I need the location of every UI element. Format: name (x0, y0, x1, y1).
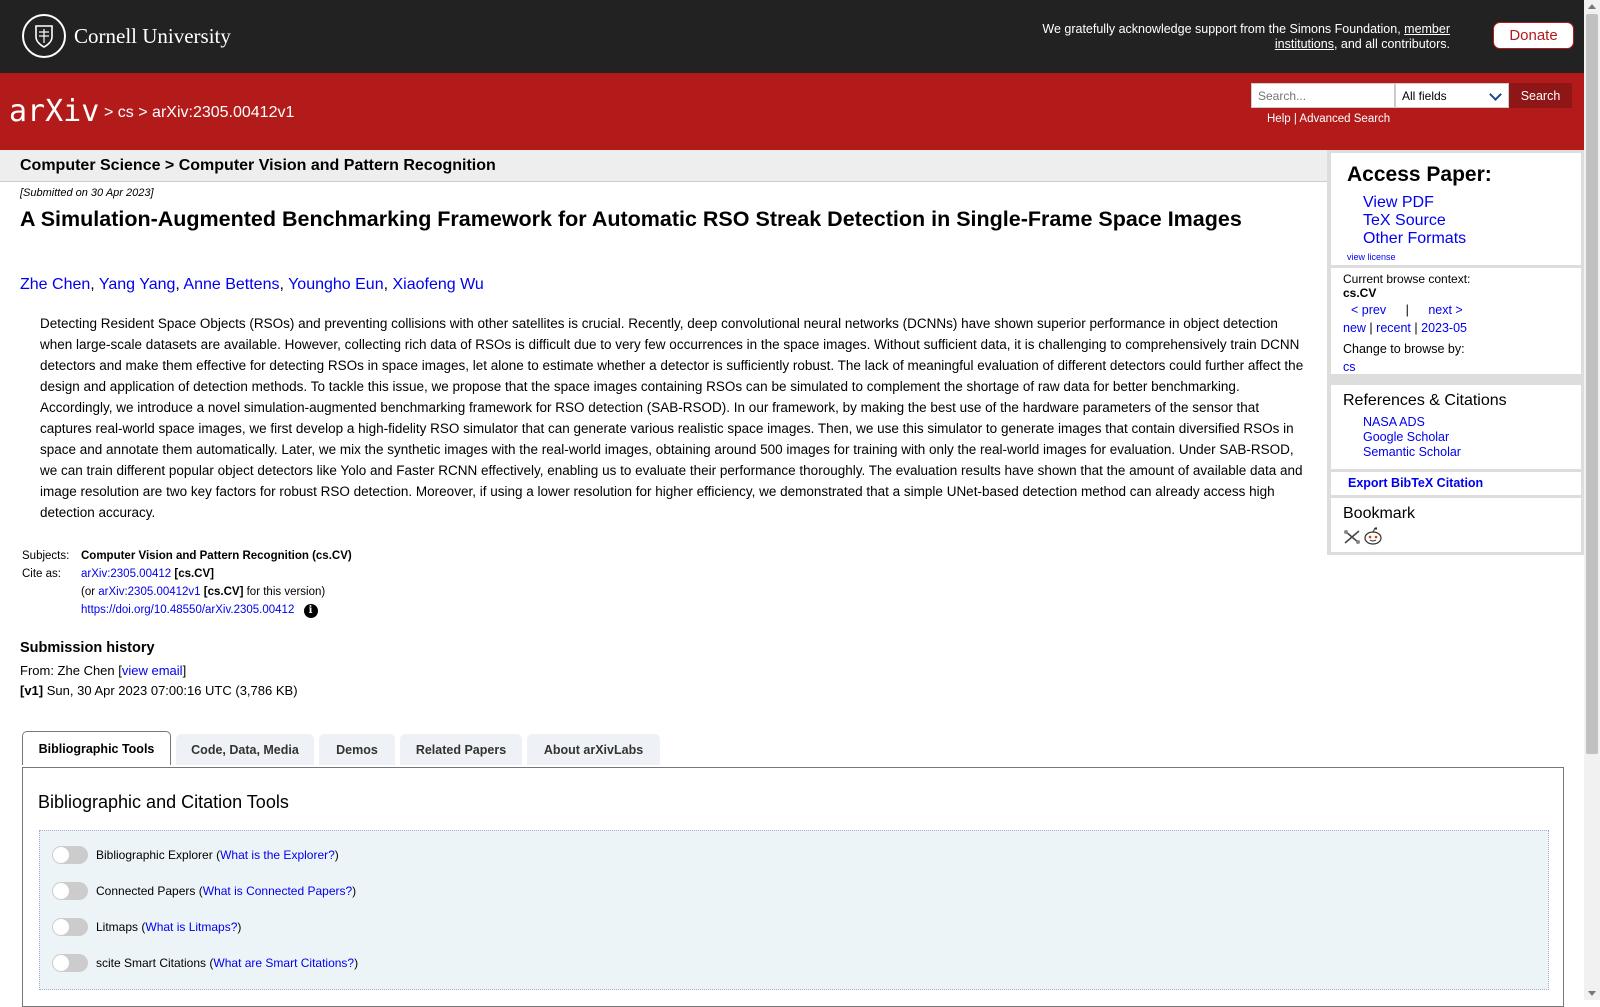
arxiv-logo[interactable]: arXiv (9, 93, 101, 138)
view-email-link[interactable]: view email (122, 663, 183, 678)
author-link[interactable]: Xiaofeng Wu (393, 276, 484, 293)
search-help-links: Help | Advanced Search (1267, 113, 1391, 125)
cornell-header: Cornell University We gratefully acknowl… (0, 0, 1584, 73)
tools-heading: Bibliographic and Citation Tools (38, 792, 289, 812)
litmaps-info-link[interactable]: What is Litmaps? (145, 920, 237, 934)
scroll-up-icon[interactable] (1588, 4, 1596, 9)
references-title: References & Citations (1343, 392, 1507, 409)
metadata-table: Subjects: Computer Vision and Pattern Re… (20, 547, 354, 621)
tools-list: Bibliographic Explorer (What is the Expl… (39, 830, 1549, 990)
view-pdf-link[interactable]: View PDF (1363, 194, 1434, 212)
next-link[interactable]: next > (1428, 303, 1462, 317)
author-list: Zhe Chen, Yang Yang, Anne Bettens, Young… (20, 276, 484, 293)
scrollbar-thumb[interactable] (1586, 14, 1598, 754)
other-formats-link[interactable]: Other Formats (1363, 230, 1466, 248)
tex-source-link[interactable]: TeX Source (1363, 212, 1446, 230)
subject-header-text: Computer Science > Computer Vision and P… (20, 157, 496, 174)
tool-bibliographic-explorer: Bibliographic Explorer (What is the Expl… (52, 846, 339, 864)
tab-demos[interactable]: Demos (319, 734, 395, 765)
tab-bibliographic-tools[interactable]: Bibliographic Tools (22, 731, 171, 765)
doi-link[interactable]: https://doi.org/10.48550/arXiv.2305.0041… (81, 604, 294, 616)
breadcrumb-cs-link[interactable]: cs (118, 104, 134, 121)
recent-link[interactable]: recent (1376, 321, 1411, 335)
browse-context-box: Current browse context: cs.CV < prev | n… (1331, 268, 1581, 374)
connected-papers-toggle[interactable] (52, 882, 88, 900)
prev-link[interactable]: < prev (1351, 303, 1386, 317)
version-history-v1: [v1] Sun, 30 Apr 2023 07:00:16 UTC (3,78… (20, 683, 298, 698)
subject-header: Computer Science > Computer Vision and P… (0, 150, 1327, 182)
bibliographic-explorer-toggle[interactable] (52, 846, 88, 864)
browse-links: new | recent | 2023-05 (1343, 321, 1467, 335)
tab-code-data-media[interactable]: Code, Data, Media (176, 734, 314, 765)
breadcrumb-paper-id: arXiv:2305.00412v1 (152, 104, 295, 121)
cite-as-label: Cite as: (22, 568, 61, 580)
access-paper-box: Access Paper: View PDF TeX Source Other … (1331, 153, 1581, 265)
bookmark-title: Bookmark (1343, 505, 1416, 522)
export-box: Export BibTeX Citation (1331, 472, 1581, 495)
cornell-name: Cornell University (74, 23, 231, 48)
subjects-value: Computer Vision and Pattern Recognition … (81, 550, 352, 562)
paper-title: A Simulation-Augmented Benchmarking Fram… (20, 207, 1242, 231)
sidebar: Access Paper: View PDF TeX Source Other … (1327, 150, 1585, 555)
breadcrumb: > cs > arXiv:2305.00412v1 (104, 104, 295, 121)
semantic-scholar-link[interactable]: Semantic Scholar (1363, 445, 1461, 459)
search-field-select[interactable]: All fields (1395, 83, 1509, 108)
help-link[interactable]: Help (1267, 113, 1291, 125)
bibliographic-tools-panel: Bibliographic and Citation Tools Bibliog… (22, 767, 1564, 1007)
arxiv-logo-text: arXiv (9, 94, 99, 129)
author-link[interactable]: Yang Yang (99, 276, 176, 293)
litmaps-toggle[interactable] (52, 918, 88, 936)
browse-context-value: cs.CV (1343, 286, 1377, 300)
prev-next-nav: < prev | next > (1351, 303, 1463, 317)
reddit-icon[interactable] (1363, 527, 1383, 550)
tool-connected-papers: Connected Papers (What is Connected Pape… (52, 882, 356, 900)
change-browse-label: Change to browse by: (1343, 342, 1465, 356)
info-icon[interactable]: i (303, 604, 318, 618)
tool-litmaps: Litmaps (What is Litmaps?) (52, 918, 241, 936)
author-link[interactable]: Anne Bettens (183, 276, 279, 293)
abstract: Detecting Resident Space Objects (RSOs) … (40, 316, 1304, 520)
google-scholar-link[interactable]: Google Scholar (1363, 430, 1449, 444)
new-link[interactable]: new (1343, 321, 1366, 335)
advanced-search-link[interactable]: Advanced Search (1299, 113, 1390, 125)
tab-about-arxivlabs[interactable]: About arXivLabs (527, 734, 660, 765)
scroll-down-icon[interactable] (1588, 991, 1596, 996)
search-input[interactable] (1251, 83, 1395, 108)
arxiv-navbar: arXiv > cs > arXiv:2305.00412v1 All fiel… (0, 73, 1584, 150)
bookmark-box: Bookmark (1331, 498, 1581, 552)
search-button[interactable]: Search (1509, 83, 1572, 108)
scite-toggle[interactable] (52, 954, 88, 972)
chevron-down-icon (1489, 88, 1502, 101)
version-link[interactable]: arXiv:2305.00412v1 (98, 586, 200, 598)
author-link[interactable]: Youngho Eun (288, 276, 384, 293)
cornell-logo[interactable]: Cornell University (22, 14, 231, 58)
submission-date: [Submitted on 30 Apr 2023] (20, 187, 154, 199)
month-link[interactable]: 2023-05 (1421, 321, 1467, 335)
cite-link[interactable]: arXiv:2305.00412 (81, 568, 171, 580)
cornell-seal-icon (22, 14, 66, 58)
scite-info-link[interactable]: What are Smart Citations? (213, 956, 354, 970)
bibsonomy-icon[interactable] (1343, 529, 1361, 550)
tab-related-papers[interactable]: Related Papers (400, 734, 522, 765)
submission-history-heading: Submission history (20, 640, 155, 656)
support-acknowledgement: We gratefully acknowledge support from t… (1042, 22, 1450, 51)
submitter-line: From: Zhe Chen [view email] (20, 663, 187, 678)
export-bibtex-link[interactable]: Export BibTeX Citation (1348, 476, 1483, 490)
browse-cs-link[interactable]: cs (1343, 360, 1356, 374)
page-scrollbar[interactable] (1584, 0, 1600, 1000)
explorer-info-link[interactable]: What is the Explorer? (220, 848, 335, 862)
browse-context-label: Current browse context: (1343, 272, 1471, 286)
subjects-label: Subjects: (22, 550, 70, 562)
tool-scite: scite Smart Citations (What are Smart Ci… (52, 954, 358, 972)
donate-button[interactable]: Donate (1493, 22, 1574, 49)
view-license-link[interactable]: view license (1347, 252, 1396, 262)
connected-papers-info-link[interactable]: What is Connected Papers? (203, 884, 352, 898)
nasa-ads-link[interactable]: NASA ADS (1363, 415, 1425, 429)
access-paper-title: Access Paper: (1347, 163, 1492, 186)
references-box: References & Citations NASA ADS Google S… (1331, 385, 1581, 469)
author-link[interactable]: Zhe Chen (20, 276, 90, 293)
